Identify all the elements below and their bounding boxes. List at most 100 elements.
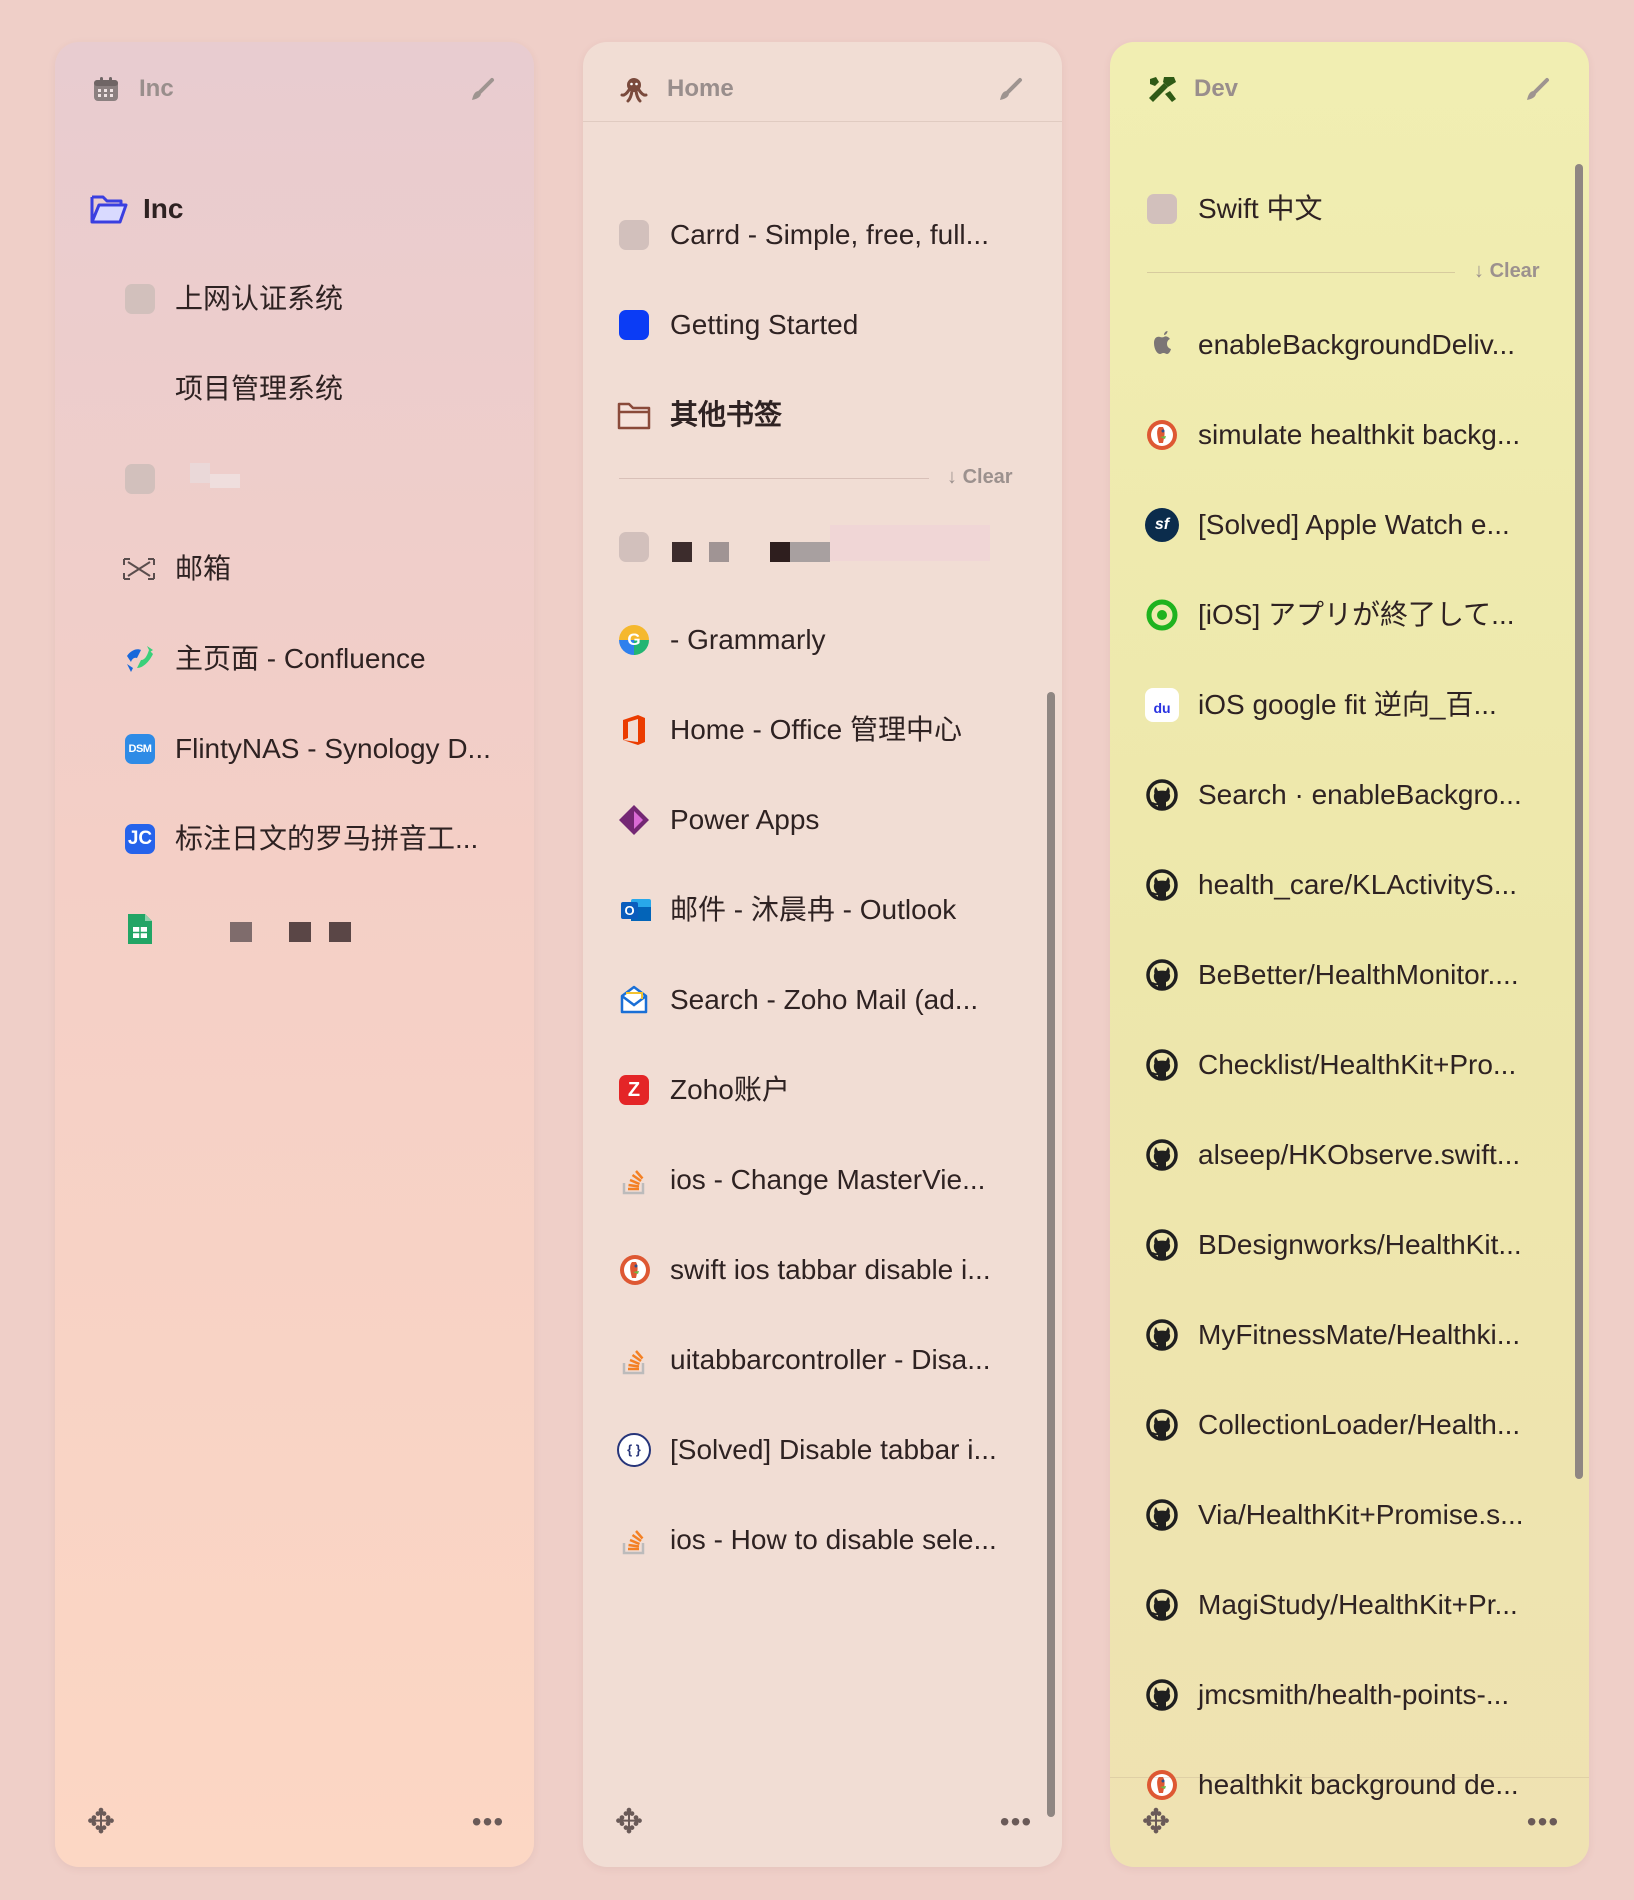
bookmark-item[interactable]: 主页面 - Confluence	[55, 614, 534, 704]
blurred-label	[709, 542, 729, 562]
duckduckgo-icon	[618, 1253, 652, 1287]
folder-row[interactable]: Inc	[55, 164, 534, 254]
bookmark-item[interactable]: health_care/KLActivityS...	[1110, 840, 1589, 930]
bookmark-item[interactable]: O 邮件 - 沐晨冉 - Outlook	[583, 865, 1062, 955]
move-icon[interactable]: ✥	[609, 1802, 649, 1842]
blurred-label	[329, 922, 351, 942]
blurred-label	[230, 922, 252, 942]
more-icon[interactable]: •••	[996, 1802, 1036, 1842]
bookmark-label: MyFitnessMate/Healthki...	[1198, 1319, 1521, 1350]
github-icon	[1145, 1588, 1179, 1622]
panel-inc: Inc Inc 上网认证系统 项目管理系统 邮箱 主页面 - Confluenc…	[55, 42, 534, 1867]
panel-title: Inc	[139, 75, 174, 102]
bookmark-item[interactable]: JC 标注日文的罗马拼音工...	[55, 794, 534, 884]
clear-button[interactable]: ↓ Clear	[1474, 260, 1540, 283]
blank-favicon-icon	[125, 284, 155, 314]
bookmark-item[interactable]: Search · enableBackgro...	[1110, 750, 1589, 840]
bookmark-item[interactable]: BDesignworks/HealthKit...	[1110, 1200, 1589, 1290]
confluence-icon	[123, 642, 157, 676]
pinned-folder[interactable]: 其他书签	[583, 370, 1062, 460]
bookmark-label: uitabbarcontroller - Disa...	[670, 1344, 991, 1375]
panel-title: Home	[667, 75, 734, 102]
bookmark-item[interactable]: Power Apps	[583, 775, 1062, 865]
panel-footer: ✥ •••	[55, 1777, 534, 1867]
bookmark-item[interactable]: 上网认证系统	[55, 254, 534, 344]
panel-dev: Dev Swift 中文 ↓ Clear enableBackgroundDel…	[1110, 42, 1589, 1867]
bookmark-label: [Solved] Apple Watch e...	[1198, 509, 1510, 540]
brush-icon[interactable]	[468, 76, 496, 104]
bookmark-label: Swift 中文	[1198, 193, 1323, 224]
blurred-label	[190, 463, 210, 483]
bookmark-item[interactable]	[583, 505, 1062, 595]
green-ring-icon	[1145, 598, 1179, 632]
svg-text:O: O	[624, 903, 634, 918]
bookmark-item[interactable]: MagiStudy/HealthKit+Pr...	[1110, 1560, 1589, 1650]
scrollbar[interactable]	[1047, 692, 1055, 1817]
bookmark-label: CollectionLoader/Health...	[1198, 1409, 1521, 1440]
brush-icon[interactable]	[996, 76, 1024, 104]
pinned-item[interactable]: Carrd - Simple, free, full...	[583, 190, 1062, 280]
bookmark-item[interactable]	[55, 434, 534, 524]
bookmark-item[interactable]: enableBackgroundDeliv...	[1110, 300, 1589, 390]
bookmark-item[interactable]: CollectionLoader/Health...	[1110, 1380, 1589, 1470]
bookmark-label: Carrd - Simple, free, full...	[670, 219, 989, 250]
calendar-icon	[91, 74, 121, 104]
brush-icon[interactable]	[1523, 76, 1551, 104]
bookmark-item[interactable]: { } [Solved] Disable tabbar i...	[583, 1405, 1062, 1495]
bookmark-item[interactable]: ios - Change MasterVie...	[583, 1135, 1062, 1225]
apple-icon	[1145, 328, 1179, 362]
bookmark-item[interactable]: Checklist/HealthKit+Pro...	[1110, 1020, 1589, 1110]
clear-button[interactable]: ↓ Clear	[947, 466, 1013, 489]
bookmark-item[interactable]: jmcsmith/health-points-...	[1110, 1650, 1589, 1740]
blurred-label	[210, 474, 240, 488]
move-icon[interactable]: ✥	[1136, 1802, 1176, 1842]
panel-footer: ✥ •••	[1110, 1777, 1589, 1867]
pinned-item[interactable]: Getting Started	[583, 280, 1062, 370]
github-icon	[1145, 1318, 1179, 1352]
bookmark-item[interactable]: simulate healthkit backg...	[1110, 390, 1589, 480]
bookmark-item[interactable]: 项目管理系统	[55, 344, 534, 434]
bookmark-item[interactable]: sf [Solved] Apple Watch e...	[1110, 480, 1589, 570]
bookmark-item[interactable]: 邮箱	[55, 524, 534, 614]
blurred-label	[830, 525, 990, 561]
pinned-item[interactable]: Swift 中文	[1110, 164, 1589, 254]
jc-icon: JC	[125, 824, 155, 854]
bookmark-item[interactable]: [iOS] アプリが終了して...	[1110, 570, 1589, 660]
more-icon[interactable]: •••	[468, 1802, 508, 1842]
bookmark-label: Checklist/HealthKit+Pro...	[1198, 1049, 1517, 1080]
bookmark-label: Getting Started	[670, 309, 859, 340]
bookmark-label: MagiStudy/HealthKit+Pr...	[1198, 1589, 1518, 1620]
scrollbar[interactable]	[1575, 164, 1583, 1479]
bookmark-item[interactable]: Home - Office 管理中心	[583, 685, 1062, 775]
bookmark-item[interactable]: Search - Zoho Mail (ad...	[583, 955, 1062, 1045]
bookmark-item[interactable]: uitabbarcontroller - Disa...	[583, 1315, 1062, 1405]
tools-icon	[1146, 74, 1176, 104]
duckduckgo-icon	[1145, 418, 1179, 452]
bookmark-label: ios - How to disable sele...	[670, 1524, 997, 1555]
bookmark-item[interactable]: BeBetter/HealthMonitor....	[1110, 930, 1589, 1020]
bookmark-item[interactable]: Z Zoho账户	[583, 1045, 1062, 1135]
clear-label: Clear	[1489, 260, 1540, 282]
move-icon[interactable]: ✥	[81, 1802, 121, 1842]
bookmark-item[interactable]: MyFitnessMate/Healthki...	[1110, 1290, 1589, 1380]
outlook-icon: O	[619, 893, 653, 927]
bookmark-item[interactable]: alseep/HKObserve.swift...	[1110, 1110, 1589, 1200]
blurred-label	[770, 542, 790, 562]
bookmark-item[interactable]: G - Grammarly	[583, 595, 1062, 685]
bookmark-label: Zoho账户	[670, 1074, 790, 1105]
bookmark-item[interactable]: swift ios tabbar disable i...	[583, 1225, 1062, 1315]
bookmark-item[interactable]: ios - How to disable sele...	[583, 1495, 1062, 1585]
blank-favicon-icon	[125, 464, 155, 494]
more-icon[interactable]: •••	[1523, 1802, 1563, 1842]
panel-header: Dev	[1110, 42, 1589, 121]
bookmark-item[interactable]	[55, 884, 534, 974]
blank-favicon-icon	[1147, 194, 1177, 224]
github-icon	[1145, 1678, 1179, 1712]
folder-title: Inc	[143, 193, 184, 224]
bookmark-item[interactable]: DSM FlintyNAS - Synology D...	[55, 704, 534, 794]
bookmark-item[interactable]: du iOS google fit 逆向_百...	[1110, 660, 1589, 750]
folder-label: 其他书签	[670, 399, 783, 430]
bookmark-label: 邮件 - 沐晨冉 - Outlook	[670, 894, 957, 925]
github-icon	[1145, 958, 1179, 992]
bookmark-item[interactable]: Via/HealthKit+Promise.s...	[1110, 1470, 1589, 1560]
